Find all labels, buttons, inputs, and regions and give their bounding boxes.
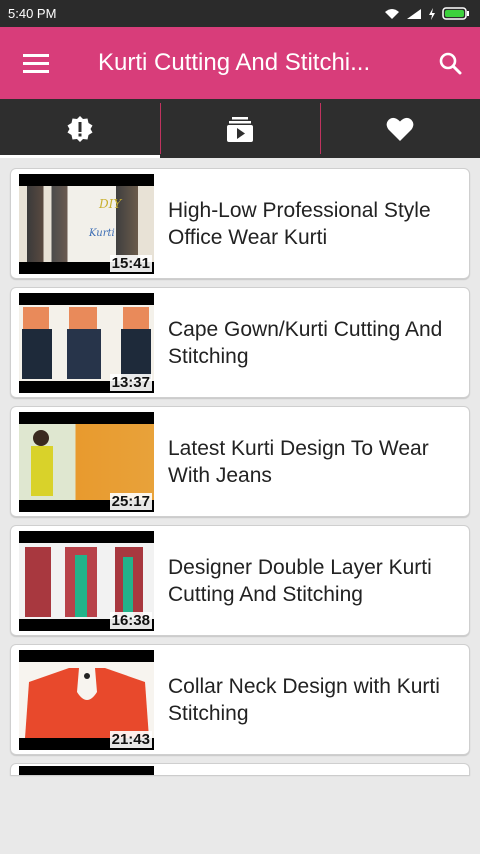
- wifi-icon: [385, 8, 399, 19]
- app-bar: Kurti Cutting And Stitchi...: [0, 27, 480, 99]
- video-card[interactable]: 16:38 Designer Double Layer Kurti Cuttin…: [10, 525, 470, 636]
- video-duration: 21:43: [109, 730, 152, 748]
- signal-icon: [407, 8, 421, 19]
- video-card[interactable]: 13:37 Cape Gown/Kurti Cutting And Stitch…: [10, 287, 470, 398]
- video-list: DIY Kurti 15:41 High-Low Professional St…: [0, 158, 480, 775]
- search-icon: [439, 52, 462, 75]
- video-duration: 16:38: [109, 611, 152, 629]
- video-card[interactable]: 25:17 Latest Kurti Design To Wear With J…: [10, 406, 470, 517]
- hamburger-menu-icon: [23, 54, 49, 73]
- video-duration: 25:17: [109, 492, 152, 510]
- search-button[interactable]: [420, 27, 480, 99]
- video-duration: 15:41: [109, 254, 152, 272]
- video-duration: 13:37: [109, 373, 152, 391]
- video-card[interactable]: [10, 763, 470, 775]
- tab-playlist[interactable]: [160, 99, 320, 158]
- status-time: 5:40 PM: [8, 6, 57, 21]
- battery-icon: [442, 7, 469, 20]
- svg-text:DIY: DIY: [98, 197, 122, 211]
- tab-alerts[interactable]: [0, 99, 160, 158]
- video-thumbnail: [19, 765, 154, 775]
- video-thumbnail: 21:43: [19, 649, 154, 750]
- video-card[interactable]: DIY Kurti 15:41 High-Low Professional St…: [10, 168, 470, 279]
- status-bar: 5:40 PM: [0, 0, 480, 27]
- video-thumbnail: 16:38: [19, 530, 154, 631]
- video-thumbnail: DIY Kurti 15:41: [19, 173, 154, 274]
- video-title: Latest Kurti Design To Wear With Jeans: [168, 436, 429, 487]
- heart-icon: [386, 117, 414, 141]
- menu-button[interactable]: [0, 27, 72, 99]
- tab-favorites[interactable]: [320, 99, 480, 158]
- status-icons: [384, 7, 470, 20]
- svg-text:Kurti: Kurti: [88, 228, 115, 239]
- video-title: Designer Double Layer Kurti Cutting And …: [168, 555, 432, 606]
- video-title: High-Low Professional Style Office Wear …: [168, 198, 431, 249]
- charging-icon: [429, 7, 435, 20]
- page-title: Kurti Cutting And Stitchi...: [98, 49, 371, 76]
- video-title: Collar Neck Design with Kurti Stitching: [168, 674, 440, 725]
- video-playlist-icon: [227, 116, 253, 142]
- alert-badge-icon: [67, 115, 93, 142]
- video-title: Cape Gown/Kurti Cutting And Stitching: [168, 317, 443, 368]
- video-thumbnail: 25:17: [19, 411, 154, 512]
- tab-bar: [0, 99, 480, 158]
- video-card[interactable]: 21:43 Collar Neck Design with Kurti Stit…: [10, 644, 470, 755]
- video-thumbnail: 13:37: [19, 292, 154, 393]
